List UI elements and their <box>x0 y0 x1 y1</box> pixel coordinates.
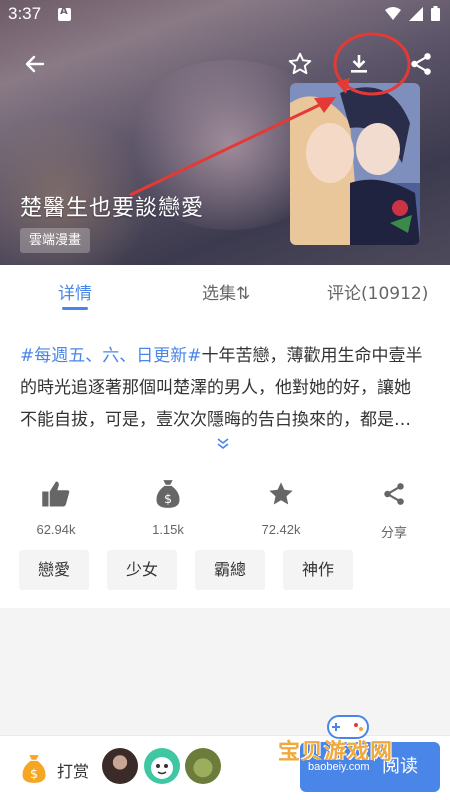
description[interactable]: #每週五、六、日更新#十年苦戀，薄歡用生命中壹半 的時光追逐著那個叫楚澤的男人，… <box>20 340 434 436</box>
money-bag-icon: $ <box>156 480 180 508</box>
description-line-3: 不能自拔，可是，壹次次隱晦的告白換來的，都是… <box>20 410 411 430</box>
favorites-count: 72.42k <box>261 522 301 537</box>
signal-icon <box>409 6 423 21</box>
status-time: 3:37 <box>8 4 42 23</box>
download-icon <box>351 55 367 73</box>
notification-icon <box>58 6 71 21</box>
description-line-2: 的時光追逐著那個叫楚澤的男人，他對她的好，讓她 <box>20 378 411 398</box>
comic-cover[interactable] <box>290 83 420 245</box>
comic-header: 3:37 A 楚醫生也要談戀愛 雲端漫畫 <box>0 0 450 265</box>
like-button[interactable]: 62.94k <box>11 478 101 537</box>
money-bag-icon: $ <box>22 755 46 783</box>
back-button[interactable] <box>17 46 53 82</box>
share-label: 分享 <box>380 525 407 540</box>
tag-chip[interactable]: 少女 <box>107 550 178 590</box>
tip-button[interactable]: $ <box>20 754 48 788</box>
read-button[interactable]: 阅读 <box>300 742 440 792</box>
tab-comments[interactable]: 评论(10912) <box>327 279 428 304</box>
download-button[interactable] <box>341 46 377 82</box>
coins-count: 1.15k <box>152 522 184 537</box>
expand-description-button[interactable] <box>216 435 230 454</box>
tab-episodes[interactable]: 选集⇅ <box>202 279 250 304</box>
share-button[interactable] <box>403 46 439 82</box>
tag-chip[interactable]: 神作 <box>283 550 354 590</box>
tag-chip[interactable]: 霸總 <box>195 550 266 590</box>
tab-active-indicator <box>62 307 88 310</box>
share-stat-button[interactable]: 分享 <box>349 478 439 541</box>
wifi-icon <box>385 6 401 20</box>
avatar[interactable] <box>102 748 138 784</box>
description-line-1: 十年苦戀，薄歡用生命中壹半 <box>201 346 423 366</box>
coin-button[interactable]: $ 1.15k <box>123 478 213 537</box>
tag-chip[interactable]: 戀愛 <box>19 550 90 590</box>
comic-title: 楚醫生也要談戀愛 <box>20 196 205 221</box>
bottom-bar: $ 打赏 阅读 <box>0 735 450 800</box>
update-hashtag[interactable]: #每週五、六、日更新# <box>20 346 202 366</box>
arrow-left-icon <box>25 55 45 73</box>
cover-illustration <box>290 83 420 245</box>
avatar-face <box>151 757 173 779</box>
thumbs-up-icon <box>42 481 70 507</box>
svg-text:$: $ <box>30 766 38 781</box>
status-bar: 3:37 <box>0 0 450 30</box>
tab-bar: 详情 选集⇅ 评论(10912) <box>0 265 450 313</box>
likes-count: 62.94k <box>36 522 76 537</box>
tab-details[interactable]: 详情 <box>58 279 92 304</box>
stats-row: 62.94k $ 1.15k 72.42k 分享 <box>0 478 450 541</box>
star-icon <box>269 482 293 505</box>
collect-button[interactable]: 72.42k <box>236 478 326 537</box>
svg-text:$: $ <box>164 491 172 506</box>
double-chevron-down-icon <box>217 438 229 450</box>
avatar[interactable] <box>185 748 221 784</box>
details-panel: #每週五、六、日更新#十年苦戀，薄歡用生命中壹半 的時光追逐著那個叫楚澤的男人，… <box>0 313 450 608</box>
avatar[interactable] <box>144 748 180 784</box>
share-icon <box>384 483 404 505</box>
star-outline-icon <box>288 52 312 75</box>
share-icon <box>411 53 431 75</box>
favorite-button[interactable] <box>282 46 318 82</box>
tip-label[interactable]: 打赏 <box>57 758 89 782</box>
screen: 3:37 A 楚醫生也要談戀愛 雲端漫畫 详情 选集⇅ 评论(10912) #每… <box>0 0 450 800</box>
battery-icon <box>431 6 440 21</box>
author-tag[interactable]: 雲端漫畫 <box>20 228 91 253</box>
tag-list: 戀愛 少女 霸總 神作 <box>19 550 354 590</box>
